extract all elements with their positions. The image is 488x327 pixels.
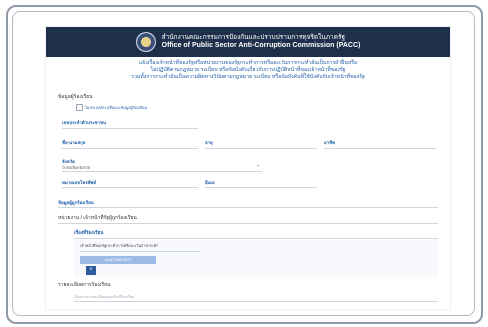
- attach-file-button[interactable]: แนบไฟล์เอกสาร: [80, 256, 156, 264]
- name-input[interactable]: [62, 148, 198, 149]
- subject-input[interactable]: [80, 251, 200, 252]
- chevron-down-icon: ⌄: [256, 162, 261, 168]
- age-input[interactable]: [205, 148, 317, 149]
- phone-label: หมายเลขโทรศัพท์: [62, 180, 97, 185]
- anonymous-label: ไม่ประสงค์ระบุชื่อและข้อมูลผู้ร้องเรียน: [85, 106, 148, 110]
- id-card-input[interactable]: [62, 128, 198, 129]
- section-complainant-label: ข้อมูลผู้ร้องเรียน: [58, 94, 93, 100]
- occupation-input[interactable]: [324, 148, 436, 149]
- province-select[interactable]: [62, 171, 262, 172]
- pacc-seal-icon: [135, 32, 156, 52]
- intro-line-2: ไม่ปฏิบัติตามกฎหมาย ระเบียบ หรือข้อบังคั…: [150, 67, 346, 74]
- intro-line-3: รวมทั้งการกระทำอันเป็นความผิดทางวินัยตาม…: [131, 74, 365, 81]
- subject-desc: เจ้าหน้าที่ของรัฐกระทำการหรือละเว้นการกร…: [80, 244, 159, 248]
- subject-label: เรื่องที่ร้องเรียน: [74, 230, 104, 235]
- header-bar: สำนักงานคณะกรรมการป้องกันและปราบปรามการท…: [46, 27, 450, 57]
- agency-label: หน่วยงาน / เจ้าหน้าที่รัฐผู้ถูกร้องเรียน: [58, 215, 137, 221]
- complaint-form-page: สำนักงานคณะกรรมการป้องกันและปราบปรามการท…: [46, 27, 450, 309]
- email-label: อีเมล: [205, 180, 215, 185]
- anonymous-checkbox[interactable]: [76, 104, 83, 111]
- province-label: จังหวัด: [62, 159, 75, 164]
- subject-divider: [74, 238, 438, 239]
- header-title: สำนักงานคณะกรรมการป้องกันและปราบปรามการท…: [162, 34, 361, 50]
- accused-section-label: ข้อมูลผู้ถูกร้องเรียน: [58, 200, 94, 205]
- details-hint: โปรดระบุรายละเอียดของเรื่องที่ร้องเรียน: [74, 295, 135, 299]
- intro-text: แจ้งเรื่องเจ้าหน้าที่ของรัฐหรือหน่วยงานข…: [46, 60, 450, 81]
- plus-icon[interactable]: +: [86, 266, 96, 275]
- id-card-label: เลขประจำตัวประชาชน: [62, 120, 106, 125]
- org-name-thai: สำนักงานคณะกรรมการป้องกันและปราบปรามการท…: [161, 34, 346, 42]
- agency-input[interactable]: [58, 223, 438, 224]
- phone-input[interactable]: [62, 187, 198, 188]
- name-label: ชื่อ-นามสกุล: [62, 140, 86, 145]
- details-textarea[interactable]: [74, 301, 438, 302]
- details-label: รายละเอียดการร้องเรียน: [58, 282, 111, 288]
- intro-line-1: แจ้งเรื่องเจ้าหน้าที่ของรัฐหรือหน่วยงานข…: [138, 60, 358, 66]
- org-name-english: Office of Public Sector Anti-Corruption …: [161, 41, 361, 49]
- occupation-label: อาชีพ: [324, 140, 335, 145]
- email-input[interactable]: [205, 187, 317, 188]
- age-label: อายุ: [205, 140, 213, 145]
- accused-divider: [58, 207, 438, 208]
